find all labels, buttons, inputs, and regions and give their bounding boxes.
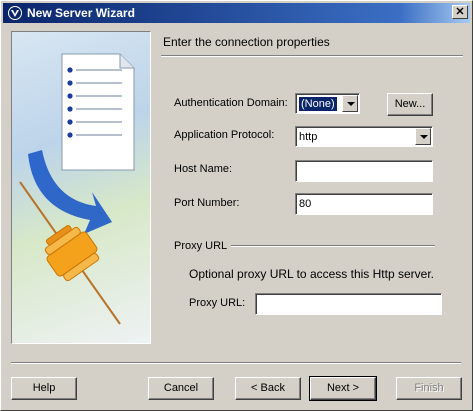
finish-button[interactable]: Finish [396, 377, 462, 400]
auth-domain-value: (None) [299, 97, 337, 111]
proxy-url-input[interactable] [255, 293, 442, 315]
next-button[interactable]: Next > [309, 376, 377, 401]
close-icon: ✕ [455, 6, 465, 18]
chevron-down-icon[interactable] [415, 128, 431, 145]
wizard-illustration [11, 31, 151, 344]
footer-divider [11, 362, 461, 364]
title-bar[interactable]: New Server Wizard ✕ [3, 3, 470, 23]
heading-divider [161, 55, 463, 57]
close-button[interactable]: ✕ [452, 5, 468, 19]
back-button[interactable]: < Back [235, 377, 301, 400]
host-name-label: Host Name: [174, 163, 233, 175]
proxy-url-label: Proxy URL: [189, 297, 246, 309]
proxy-description: Optional proxy URL to access this Http s… [189, 267, 434, 281]
chevron-down-icon[interactable] [342, 95, 358, 112]
auth-domain-label: Authentication Domain: [174, 97, 288, 109]
help-button[interactable]: Help [11, 377, 77, 400]
new-domain-button[interactable]: New... [387, 93, 433, 116]
port-number-input[interactable] [295, 193, 433, 215]
auth-domain-combobox[interactable]: (None) [295, 93, 360, 114]
app-logo-icon [8, 6, 22, 20]
window-title: New Server Wizard [27, 6, 135, 20]
protocol-combobox[interactable]: http [295, 126, 433, 147]
port-number-label: Port Number: [174, 197, 240, 209]
protocol-value: http [299, 131, 318, 143]
proxy-group-divider [231, 245, 435, 247]
wizard-window: New Server Wizard ✕ Enter the connection… [0, 0, 473, 411]
connection-illustration-icon [19, 53, 135, 325]
proxy-group-title: Proxy URL [174, 240, 228, 252]
page-heading: Enter the connection properties [163, 35, 330, 49]
host-name-input[interactable] [295, 160, 433, 182]
protocol-label: Application Protocol: [174, 129, 275, 141]
cancel-button[interactable]: Cancel [148, 377, 214, 400]
